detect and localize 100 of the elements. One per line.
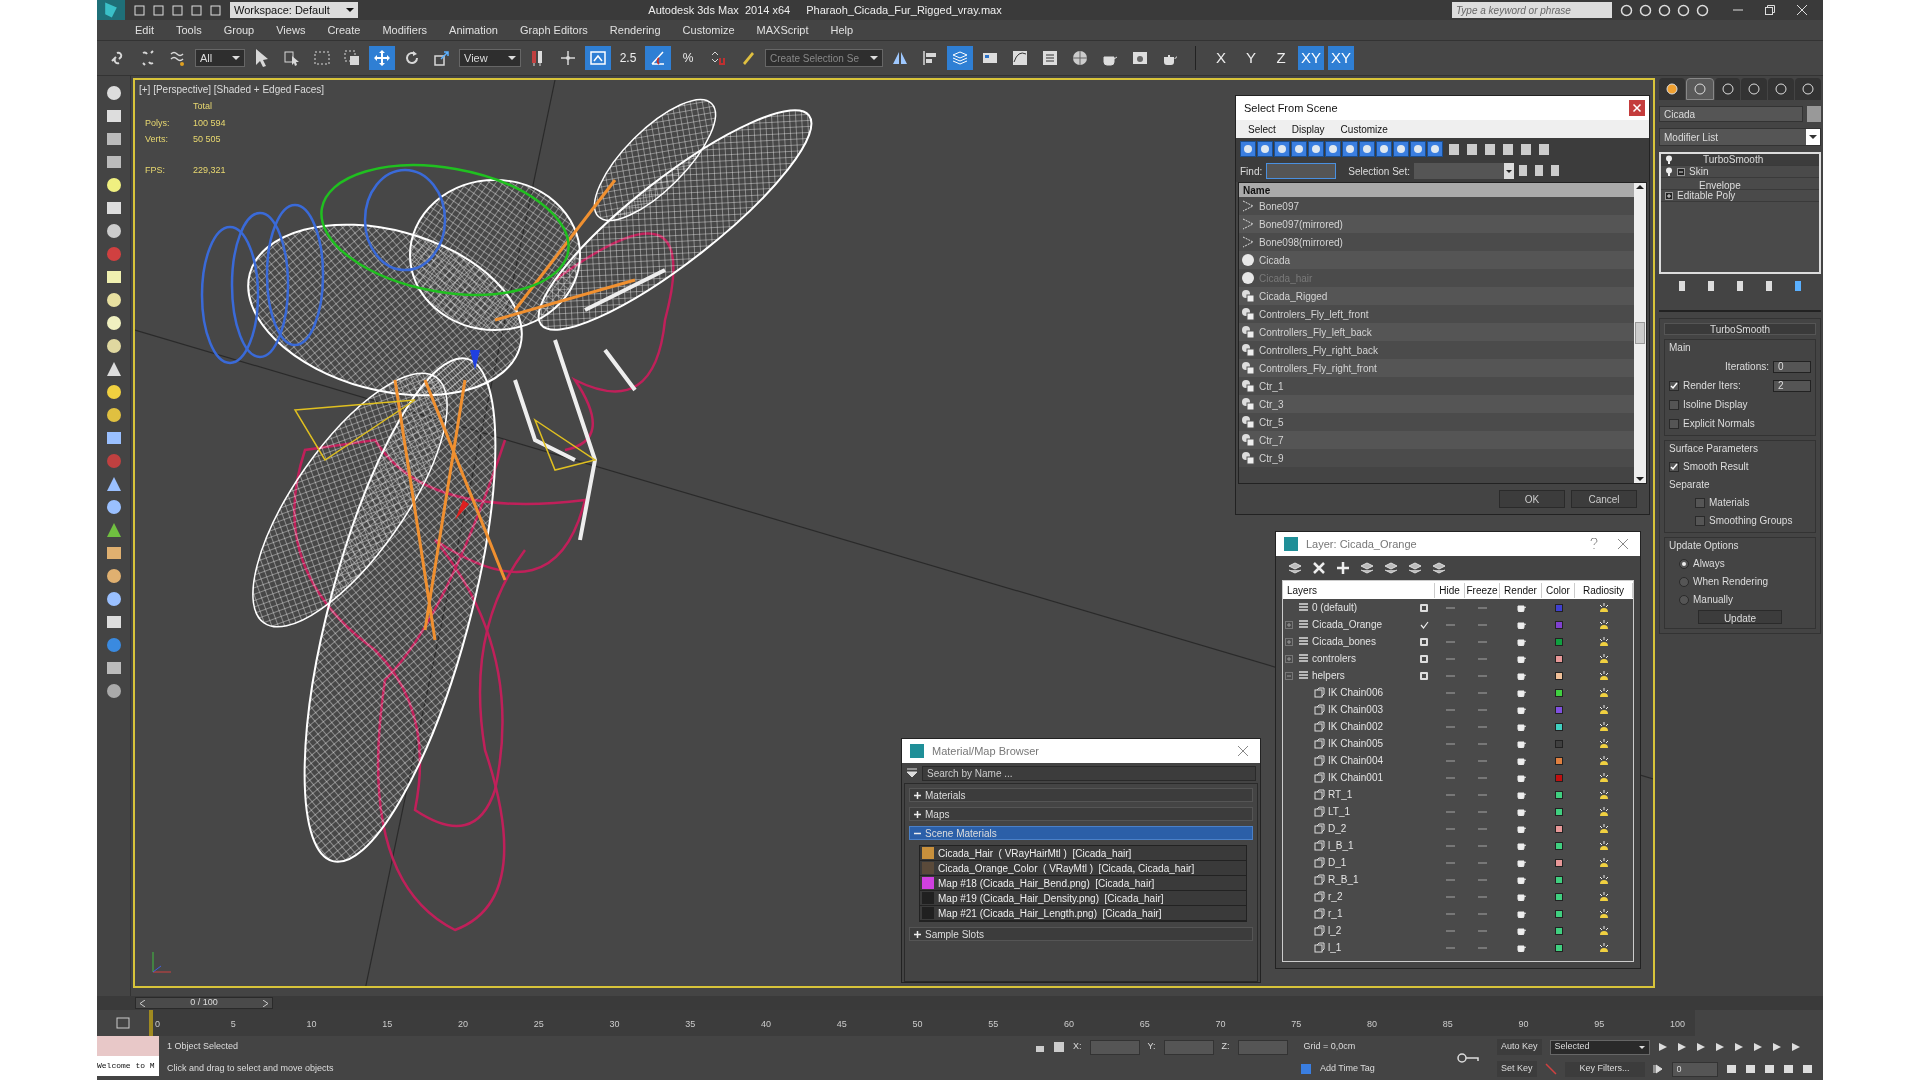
cancel-button[interactable]: Cancel — [1571, 490, 1637, 508]
down-arrow-icon[interactable] — [1636, 475, 1644, 483]
menu-item[interactable]: Create — [327, 21, 361, 39]
display-tab[interactable] — [1768, 78, 1795, 100]
selection-filter-dropdown[interactable]: All — [195, 49, 245, 67]
object-name[interactable]: r_2 — [1328, 889, 1343, 904]
highlight-icon[interactable] — [1384, 561, 1398, 575]
up-arrow-icon[interactable] — [1636, 183, 1644, 191]
freeze-toggle[interactable] — [1478, 759, 1487, 762]
object-name[interactable]: IK Chain004 — [1328, 753, 1384, 768]
iterations-spinner[interactable]: 0 — [1773, 360, 1811, 373]
hide-toggle[interactable] — [1445, 912, 1455, 915]
column-header[interactable]: Hide — [1435, 582, 1465, 598]
time-tag-icon[interactable] — [1300, 1063, 1312, 1075]
object-name[interactable]: Bone098(mirrored) — [1259, 234, 1343, 250]
modifier-stack-item[interactable]: TurboSmooth — [1661, 154, 1819, 166]
options-menu-icon[interactable] — [906, 768, 918, 778]
object-type-filter-button[interactable] — [1240, 141, 1256, 157]
checkbox[interactable] — [1669, 418, 1679, 429]
checkbox[interactable] — [1669, 380, 1679, 391]
hierarchy-tab[interactable] — [1714, 78, 1741, 100]
search-field[interactable]: Type a keyword or phrase — [1452, 2, 1612, 18]
scrollbar-thumb[interactable] — [1635, 322, 1645, 344]
freeze-toggle[interactable] — [1478, 691, 1487, 694]
box-icon[interactable] — [104, 268, 123, 286]
time-slider-thumb[interactable]: 0 / 100 — [135, 997, 273, 1009]
y-coordinate-field[interactable] — [1163, 1039, 1214, 1055]
layer-color-swatch[interactable] — [1554, 824, 1563, 833]
object-name[interactable]: l_1 — [1328, 940, 1342, 955]
hide-toggle[interactable] — [1445, 793, 1455, 796]
menu-item[interactable]: Help — [830, 21, 854, 39]
radio-button[interactable] — [1679, 576, 1689, 587]
key-filters-button[interactable]: Key Filters... — [1564, 1061, 1645, 1077]
column-header[interactable]: Freeze — [1465, 582, 1500, 598]
object-name[interactable]: D_2 — [1328, 821, 1347, 836]
freeze-toggle[interactable] — [1478, 793, 1487, 796]
layer-name[interactable]: 0 (default) — [1312, 600, 1358, 615]
menu-item[interactable]: Display — [1291, 121, 1325, 137]
stacked-layers-icon[interactable] — [947, 46, 973, 70]
menu-item[interactable]: Select — [1248, 121, 1276, 137]
current-layer-box[interactable] — [1420, 654, 1428, 663]
menu-item[interactable]: Customize — [1340, 121, 1388, 137]
app-logo-icon[interactable] — [97, 0, 125, 20]
object-name[interactable]: IK Chain005 — [1328, 736, 1384, 751]
sphere-icon[interactable] — [104, 176, 123, 194]
hide-toggle[interactable] — [1445, 929, 1455, 932]
render-iters-spinner[interactable]: 2 — [1773, 379, 1811, 392]
hide-toggle[interactable] — [1445, 810, 1455, 813]
object-name[interactable]: Ctr_5 — [1259, 414, 1284, 430]
collapse-toggle[interactable] — [1677, 167, 1685, 176]
restore-icon[interactable] — [1765, 5, 1775, 15]
set-key-button[interactable]: Set Key — [1497, 1061, 1537, 1077]
hide-toggle[interactable] — [1445, 759, 1455, 762]
hide-toggle[interactable] — [1445, 878, 1455, 881]
viewport-label[interactable]: [+] [Perspective] [Shaded + Edged Faces] — [139, 82, 325, 97]
cone-icon[interactable] — [104, 360, 123, 378]
material-list-item[interactable]: Cicada_Orange_Color ( VRayMtl ) [Cicada, Cicada_hair] — [920, 861, 1246, 876]
object-name[interactable]: Ctr_7 — [1259, 432, 1284, 448]
object-color-swatch[interactable] — [1807, 106, 1821, 122]
freeze-toggle[interactable] — [1478, 657, 1487, 660]
key-mode-icon[interactable] — [1652, 1064, 1664, 1074]
freeze-toggle[interactable] — [1478, 929, 1487, 932]
layer-color-swatch[interactable] — [1554, 671, 1563, 680]
hide-toggle[interactable] — [1445, 657, 1455, 660]
object-name[interactable]: Ctr_3 — [1259, 396, 1284, 412]
freeze-toggle[interactable] — [1478, 725, 1487, 728]
hide-toggle[interactable] — [1445, 606, 1455, 609]
object-name[interactable]: Bone097(mirrored) — [1259, 216, 1343, 232]
hide-toggle[interactable] — [1445, 946, 1455, 949]
freeze-toggle[interactable] — [1478, 878, 1487, 881]
column-header[interactable]: Render — [1500, 582, 1542, 598]
hide-toggle[interactable] — [1445, 895, 1455, 898]
checkbox[interactable] — [1669, 461, 1679, 472]
play-icon[interactable] — [1695, 1042, 1707, 1052]
named-selection-dropdown[interactable]: Create Selection Se — [765, 49, 883, 67]
collapse-toggle[interactable] — [1285, 671, 1293, 680]
new-layer-icon[interactable] — [1288, 561, 1302, 575]
material-list-item[interactable]: Map #18 (Cicada_Hair_Bend.png) [Cicada_hair] — [920, 876, 1246, 891]
freeze-toggle[interactable] — [1478, 844, 1487, 847]
freeze-toggle[interactable] — [1478, 827, 1487, 830]
axis-constraint-button[interactable]: X — [1208, 46, 1234, 70]
sphere-icon[interactable] — [104, 590, 123, 608]
freeze-toggle[interactable] — [1478, 861, 1487, 864]
category-header[interactable]: Scene Materials — [909, 826, 1253, 840]
move-arrows-icon[interactable] — [369, 46, 395, 70]
search-field[interactable]: Search by Name ... — [922, 765, 1256, 781]
current-layer-box[interactable] — [1420, 637, 1428, 646]
object-name[interactable]: Cicada_Rigged — [1259, 288, 1328, 304]
keyboard-icon[interactable] — [585, 46, 611, 70]
starburst-icon[interactable] — [1664, 82, 1679, 96]
menu-item[interactable]: Graph Editors — [519, 21, 588, 39]
layer-color-swatch[interactable] — [1554, 654, 1563, 663]
expand-toggle[interactable] — [1285, 637, 1293, 646]
axis-constraint-button[interactable]: XY — [1328, 46, 1354, 70]
expand-toggle[interactable] — [1665, 191, 1673, 200]
object-name[interactable]: R_B_1 — [1328, 872, 1359, 887]
layer-color-swatch[interactable] — [1554, 892, 1563, 901]
sphere-icon[interactable] — [104, 314, 123, 332]
auto-key-button[interactable]: Auto Key — [1497, 1039, 1542, 1055]
object-name[interactable]: IK Chain003 — [1328, 702, 1384, 717]
